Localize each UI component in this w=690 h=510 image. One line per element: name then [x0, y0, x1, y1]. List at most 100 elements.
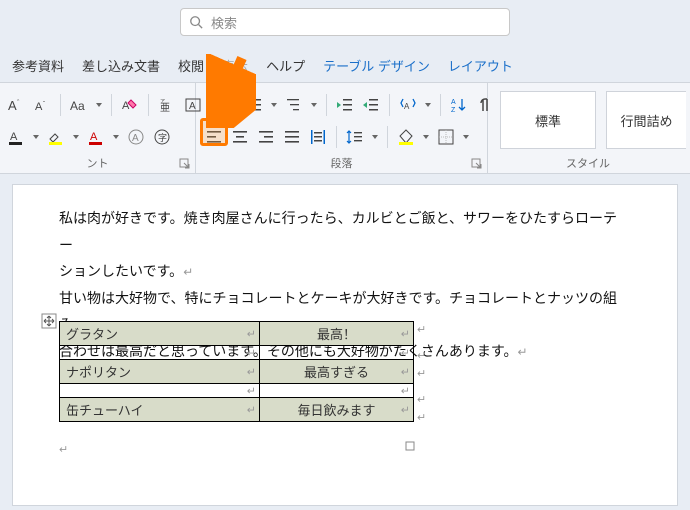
search-placeholder: 検索: [211, 13, 237, 32]
asian-layout-icon[interactable]: A: [398, 95, 418, 115]
group-label-styles: スタイル: [488, 155, 688, 171]
paragraph-mark-icon: ↵: [183, 265, 193, 279]
cell: ↵: [60, 384, 260, 398]
enclose-circle-icon[interactable]: 字: [152, 127, 172, 147]
tab-layout[interactable]: レイアウト: [448, 56, 513, 75]
page[interactable]: 私は肉が好きです。焼き肉屋さんに行ったら、カルビとご飯と、サワーをひたすらローテ…: [59, 185, 631, 505]
table-row: 缶チューハイ↵毎日飲みます↵: [60, 398, 414, 422]
align-right-icon[interactable]: [256, 127, 276, 147]
table-row: ↵↵: [60, 346, 414, 360]
align-center-icon[interactable]: [230, 127, 250, 147]
cell-mark-icon: ↵: [401, 327, 410, 340]
multilevel-list-icon[interactable]: [284, 95, 304, 115]
grow-font-icon[interactable]: Aˆ: [6, 95, 26, 115]
svg-text:A: A: [90, 131, 98, 143]
chevron-down-icon[interactable]: [32, 128, 40, 146]
row-mark-icon: ↵: [417, 411, 426, 424]
table-resize-handle-icon[interactable]: [405, 441, 415, 451]
svg-text:ˆ: ˆ: [17, 100, 20, 107]
cell: 毎日飲みます↵: [260, 398, 414, 422]
line-spacing-icon[interactable]: [345, 127, 365, 147]
tab-table-design[interactable]: テーブル デザイン: [323, 56, 430, 75]
justify-icon[interactable]: [282, 127, 302, 147]
svg-text:ˇ: ˇ: [43, 102, 45, 108]
font-color-icon[interactable]: A: [86, 127, 106, 147]
style-normal[interactable]: 標準: [500, 91, 596, 149]
shading-icon[interactable]: [396, 127, 416, 147]
chevron-down-icon[interactable]: [72, 128, 80, 146]
cell-mark-icon: ↵: [247, 365, 256, 378]
decrease-indent-icon[interactable]: [335, 95, 355, 115]
cell: 最高すぎる↵: [260, 360, 414, 384]
char-shading-icon[interactable]: A: [126, 127, 146, 147]
highlight-icon[interactable]: [46, 127, 66, 147]
chevron-down-icon[interactable]: [95, 96, 103, 114]
chevron-down-icon[interactable]: [422, 128, 430, 146]
svg-text:A: A: [189, 101, 196, 112]
cell: ↵: [260, 384, 414, 398]
tab-review[interactable]: 校閲: [178, 56, 204, 75]
chevron-down-icon[interactable]: [462, 128, 470, 146]
table-move-handle-icon[interactable]: [41, 313, 57, 329]
tab-references[interactable]: 参考資料: [12, 56, 64, 75]
group-label-paragraph: 段落: [196, 155, 487, 171]
increase-indent-icon[interactable]: [361, 95, 381, 115]
search-box[interactable]: 検索: [180, 8, 510, 36]
svg-text:A: A: [132, 133, 139, 144]
dialog-launcher-icon[interactable]: [179, 158, 191, 170]
phonetic-guide-icon[interactable]: ア亜: [157, 95, 177, 115]
chevron-down-icon[interactable]: [310, 96, 318, 114]
svg-text:Z: Z: [451, 107, 456, 114]
table-row: ナポリタン↵最高すぎる↵: [60, 360, 414, 384]
row-mark-icon: ↵: [417, 367, 426, 380]
clear-format-icon[interactable]: A: [120, 95, 140, 115]
chevron-down-icon[interactable]: [270, 96, 278, 114]
cell-mark-icon: ↵: [247, 384, 256, 397]
svg-text:Aa: Aa: [70, 99, 85, 113]
chevron-down-icon[interactable]: [424, 96, 432, 114]
table-row: グラタン↵最高！↵: [60, 322, 414, 346]
cell: ナポリタン↵: [60, 360, 260, 384]
svg-text:A: A: [451, 99, 456, 106]
paragraph-mark-icon: ↵: [59, 443, 68, 456]
svg-text:A: A: [404, 102, 410, 111]
cell-mark-icon: ↵: [401, 384, 410, 397]
cell-mark-icon: ↵: [247, 327, 256, 340]
content-table[interactable]: グラタン↵最高！↵ ↵↵ ナポリタン↵最高すぎる↵ ↵↵ 缶チューハイ↵毎日飲み…: [59, 321, 414, 422]
group-styles: 標準 行間詰め スタイル: [488, 83, 688, 173]
chevron-down-icon[interactable]: [112, 128, 120, 146]
cell: グラタン↵: [60, 322, 260, 346]
shrink-font-icon[interactable]: Aˇ: [32, 95, 52, 115]
tab-help[interactable]: ヘルプ: [266, 56, 305, 75]
sort-icon[interactable]: AZ: [449, 95, 469, 115]
ribbon-tabs: 参考資料 差し込み文書 校閲 表示 ヘルプ テーブル デザイン レイアウト: [12, 56, 513, 75]
dialog-launcher-icon[interactable]: [471, 158, 483, 170]
row-mark-icon: ↵: [417, 393, 426, 406]
style-nospacing[interactable]: 行間詰め: [606, 91, 686, 149]
distribute-icon[interactable]: [308, 127, 328, 147]
svg-text:字: 字: [158, 132, 167, 143]
group-label-font: ント: [0, 155, 195, 171]
change-case-icon[interactable]: Aa: [69, 95, 89, 115]
cell: 缶チューハイ↵: [60, 398, 260, 422]
svg-text:A: A: [10, 131, 18, 143]
row-mark-icon: ↵: [417, 323, 426, 336]
cell-mark-icon: ↵: [401, 346, 410, 359]
paragraph-mark-icon: ↵: [518, 345, 528, 359]
cell-mark-icon: ↵: [247, 346, 256, 359]
borders-icon[interactable]: [436, 127, 456, 147]
cell-mark-icon: ↵: [401, 403, 410, 416]
search-icon: [189, 15, 203, 29]
ribbon: Aˆ Aˇ Aa A ア亜 A A A A 字 ント 123: [0, 82, 690, 174]
cell-mark-icon: ↵: [401, 365, 410, 378]
font-color-split-icon[interactable]: A: [6, 127, 26, 147]
chevron-down-icon[interactable]: [371, 128, 379, 146]
document-area: 私は肉が好きです。焼き肉屋さんに行ったら、カルビとご飯と、サワーをひたすらローテ…: [12, 184, 678, 506]
cell: ↵: [260, 346, 414, 360]
svg-text:亜: 亜: [160, 103, 170, 114]
group-font: Aˆ Aˇ Aa A ア亜 A A A A 字 ント: [0, 83, 196, 173]
tab-mailings[interactable]: 差し込み文書: [82, 56, 160, 75]
cell: ↵: [60, 346, 260, 360]
table-row: ↵↵: [60, 384, 414, 398]
annotation-arrow: [206, 54, 256, 128]
